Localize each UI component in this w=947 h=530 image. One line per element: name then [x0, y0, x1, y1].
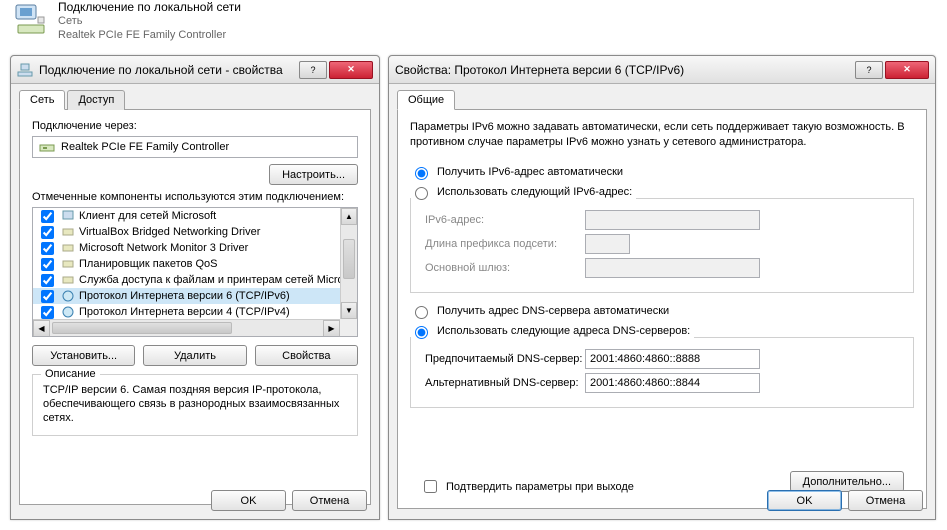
- dns-auto-radio-row[interactable]: Получить адрес DNS-сервера автоматически: [410, 303, 914, 319]
- connect-via-label: Подключение через:: [32, 120, 358, 132]
- scroll-left-button[interactable]: ◀: [33, 320, 50, 337]
- ip-manual-fieldset: IPv6-адрес: Длина префикса подсети: Осно…: [410, 198, 914, 293]
- client-icon: [61, 209, 75, 223]
- prefix-input: [585, 234, 630, 254]
- dns-manual-radio[interactable]: [415, 326, 428, 339]
- advanced-button[interactable]: Дополнительно...: [790, 471, 904, 492]
- install-button[interactable]: Установить...: [32, 345, 135, 366]
- dns-preferred-input[interactable]: [585, 349, 760, 369]
- component-checkbox[interactable]: [41, 274, 54, 287]
- protocol-icon: [61, 305, 75, 319]
- tab-network[interactable]: Сеть: [19, 90, 65, 110]
- description-title: Описание: [41, 368, 100, 380]
- component-checkbox[interactable]: [41, 306, 54, 319]
- connection-title: Подключение по локальной сети: [58, 0, 241, 14]
- validate-checkbox-row[interactable]: Подтвердить параметры при выходе: [420, 477, 634, 496]
- component-item[interactable]: Microsoft Network Monitor 3 Driver: [33, 240, 340, 256]
- scroll-thumb[interactable]: [343, 239, 355, 279]
- connection-network: Сеть: [58, 14, 241, 28]
- ip-address-label: IPv6-адрес:: [425, 214, 585, 226]
- component-checkbox[interactable]: [41, 226, 54, 239]
- dns-preferred-label: Предпочитаемый DNS-сервер:: [425, 353, 585, 365]
- ok-button[interactable]: OK: [211, 490, 286, 511]
- ok-button[interactable]: OK: [767, 490, 842, 511]
- tab-panel-network: Подключение через: Realtek PCIe FE Famil…: [19, 109, 371, 505]
- dns-alternate-input[interactable]: [585, 373, 760, 393]
- ipv6-properties-window: Свойства: Протокол Интернета версии 6 (T…: [388, 55, 936, 520]
- close-button[interactable]: ✕: [329, 61, 373, 79]
- adapter-name: Realtek PCIe FE Family Controller: [61, 141, 229, 153]
- dns-auto-radio[interactable]: [415, 306, 428, 319]
- dns-alternate-label: Альтернативный DNS-сервер:: [425, 377, 585, 389]
- driver-icon: [61, 241, 75, 255]
- driver-icon: [61, 225, 75, 239]
- tab-panel-general: Параметры IPv6 можно задавать автоматиче…: [397, 109, 927, 509]
- close-button[interactable]: ✕: [885, 61, 929, 79]
- cancel-button[interactable]: Отмена: [292, 490, 367, 511]
- ip-auto-radio[interactable]: [415, 167, 428, 180]
- component-item[interactable]: VirtualBox Bridged Networking Driver: [33, 224, 340, 240]
- hscroll-thumb[interactable]: [52, 322, 232, 334]
- gateway-input: [585, 258, 760, 278]
- gateway-label: Основной шлюз:: [425, 262, 585, 274]
- component-item[interactable]: Протокол Интернета версии 4 (TCP/IPv4): [33, 304, 340, 319]
- component-checkbox[interactable]: [41, 258, 54, 271]
- component-checkbox[interactable]: [41, 242, 54, 255]
- help-button[interactable]: ?: [855, 61, 883, 79]
- component-item[interactable]: Планировщик пакетов QoS: [33, 256, 340, 272]
- validate-checkbox[interactable]: [424, 480, 437, 493]
- titlebar[interactable]: Подключение по локальной сети - свойства…: [11, 56, 379, 84]
- info-text: Параметры IPv6 можно задавать автоматиче…: [410, 120, 914, 150]
- service-icon: [61, 273, 75, 287]
- titlebar[interactable]: Свойства: Протокол Интернета версии 6 (T…: [389, 56, 935, 84]
- ip-manual-radio[interactable]: [415, 187, 428, 200]
- components-list: Клиент для сетей Microsoft VirtualBox Br…: [32, 207, 358, 337]
- network-adapter-icon: [14, 3, 50, 39]
- adapter-icon: [39, 139, 55, 155]
- tab-general[interactable]: Общие: [397, 90, 455, 110]
- properties-button[interactable]: Свойства: [255, 345, 358, 366]
- component-item-selected[interactable]: Протокол Интернета версии 6 (TCP/IPv6): [33, 288, 340, 304]
- window-title: Подключение по локальной сети - свойства: [39, 63, 299, 77]
- ip-address-input: [585, 210, 760, 230]
- configure-button[interactable]: Настроить...: [269, 164, 358, 185]
- window-title: Свойства: Протокол Интернета версии 6 (T…: [395, 63, 855, 77]
- connection-banner: Подключение по локальной сети Сеть Realt…: [14, 0, 241, 42]
- connection-adapter: Realtek PCIe FE Family Controller: [58, 28, 241, 42]
- description-group: Описание TCP/IP версии 6. Самая поздняя …: [32, 374, 358, 436]
- network-icon: [17, 62, 33, 78]
- dns-fieldset: Предпочитаемый DNS-сервер: Альтернативны…: [410, 337, 914, 408]
- vertical-scrollbar[interactable]: ▲ ▼: [340, 208, 357, 319]
- description-text: TCP/IP версии 6. Самая поздняя версия IP…: [43, 383, 347, 425]
- component-item[interactable]: Клиент для сетей Microsoft: [33, 208, 340, 224]
- prefix-label: Длина префикса подсети:: [425, 238, 585, 250]
- scroll-up-button[interactable]: ▲: [341, 208, 357, 225]
- service-icon: [61, 257, 75, 271]
- ip-manual-radio-row[interactable]: Использовать следующий IPv6-адрес:: [410, 184, 632, 200]
- protocol-icon: [61, 289, 75, 303]
- adapter-field: Realtek PCIe FE Family Controller: [32, 136, 358, 158]
- uninstall-button[interactable]: Удалить: [143, 345, 246, 366]
- help-button[interactable]: ?: [299, 61, 327, 79]
- dns-manual-radio-row[interactable]: Использовать следующие адреса DNS-сервер…: [410, 323, 690, 339]
- scroll-down-button[interactable]: ▼: [341, 302, 357, 319]
- scroll-right-button[interactable]: ▶: [323, 320, 340, 337]
- properties-window: Подключение по локальной сети - свойства…: [10, 55, 380, 520]
- component-checkbox[interactable]: [41, 210, 54, 223]
- component-item[interactable]: Служба доступа к файлам и принтерам сете…: [33, 272, 340, 288]
- component-checkbox[interactable]: [41, 290, 54, 303]
- components-label: Отмеченные компоненты используются этим …: [32, 191, 358, 203]
- tab-access[interactable]: Доступ: [67, 90, 125, 110]
- cancel-button[interactable]: Отмена: [848, 490, 923, 511]
- ip-auto-radio-row[interactable]: Получить IPv6-адрес автоматически: [410, 164, 914, 180]
- horizontal-scrollbar[interactable]: ◀ ▶: [33, 319, 340, 336]
